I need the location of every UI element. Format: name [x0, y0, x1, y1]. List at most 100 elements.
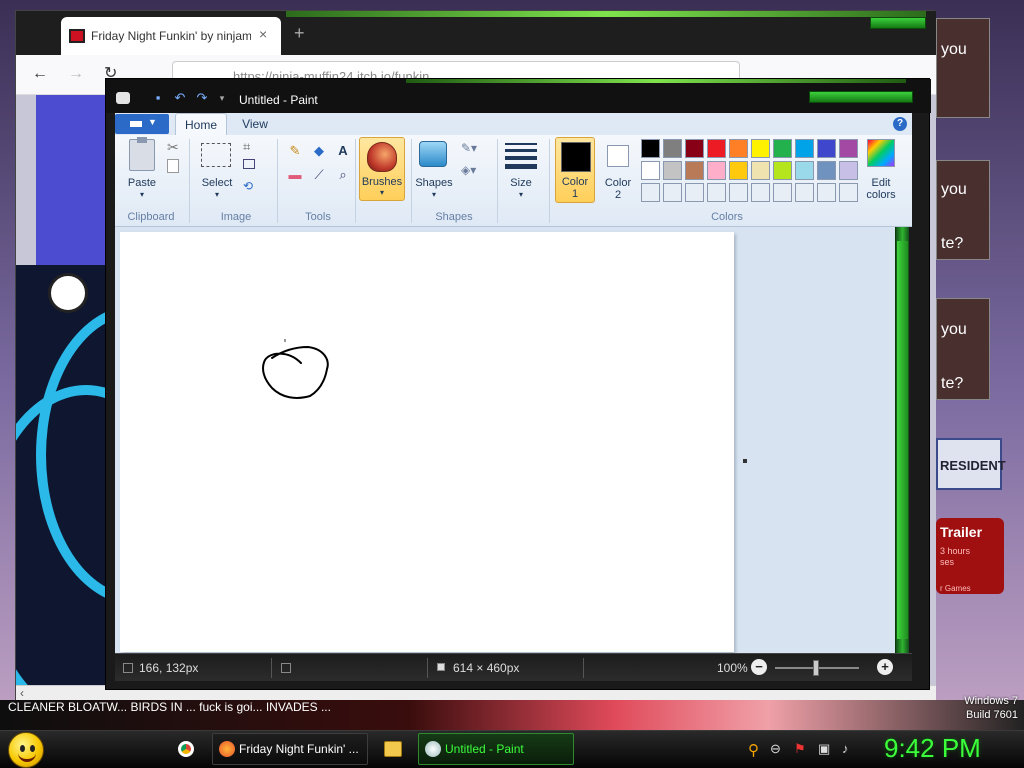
- palette-swatch[interactable]: [773, 139, 792, 158]
- canvas-resize-handle[interactable]: [743, 459, 747, 463]
- zoom-slider-thumb[interactable]: [813, 660, 819, 676]
- select-button-label[interactable]: Select: [197, 177, 237, 189]
- color-picker-icon[interactable]: ⟋: [309, 165, 329, 185]
- palette-swatch[interactable]: [839, 139, 858, 158]
- action-center-flag-icon[interactable]: ⚑: [794, 741, 806, 757]
- scroll-left-icon[interactable]: ‹: [20, 686, 24, 700]
- back-button[interactable]: ←: [32, 65, 48, 83]
- palette-swatch[interactable]: [839, 161, 858, 180]
- palette-swatch[interactable]: [685, 183, 704, 202]
- tab-home[interactable]: Home: [175, 113, 227, 135]
- brushes-button[interactable]: Brushes ▾: [359, 137, 405, 201]
- palette-swatch[interactable]: [817, 161, 836, 180]
- palette-swatch[interactable]: [729, 139, 748, 158]
- color2-label[interactable]: Color 2: [599, 177, 637, 201]
- paste-dropdown-icon[interactable]: ▾: [135, 190, 149, 199]
- tab-view[interactable]: View: [235, 113, 275, 135]
- start-button-smiley-icon[interactable]: [8, 732, 44, 768]
- shapes-dropdown-icon[interactable]: ▾: [427, 190, 441, 199]
- palette-swatch[interactable]: [729, 183, 748, 202]
- paint-window-controls[interactable]: [809, 91, 913, 103]
- palette-swatch[interactable]: [685, 139, 704, 158]
- redo-icon[interactable]: ↷: [194, 91, 210, 105]
- save-icon[interactable]: ▪: [150, 91, 166, 105]
- paint-app-icon[interactable]: [116, 92, 130, 104]
- palette-swatch[interactable]: [641, 183, 660, 202]
- undo-icon[interactable]: ↶: [172, 91, 188, 105]
- palette-swatch[interactable]: [795, 161, 814, 180]
- copy-icon[interactable]: [167, 159, 179, 173]
- palette-swatch[interactable]: [751, 183, 770, 202]
- shapes-icon[interactable]: [419, 141, 447, 167]
- palette-swatch[interactable]: [663, 161, 682, 180]
- minus-circle-icon[interactable]: ⊖: [770, 741, 781, 757]
- size-dropdown-icon[interactable]: ▾: [514, 190, 528, 199]
- paste-icon[interactable]: [129, 137, 155, 171]
- select-dropdown-icon[interactable]: ▾: [210, 190, 224, 199]
- new-tab-button[interactable]: +: [294, 23, 305, 44]
- color1-button[interactable]: Color 1: [555, 137, 595, 203]
- trailer-ad[interactable]: Trailer 3 hours ses r Games: [936, 518, 1004, 594]
- select-icon[interactable]: [201, 143, 231, 167]
- president-ad[interactable]: RESIDENT: [936, 438, 1006, 490]
- canvas-vertical-scrollbar[interactable]: [895, 227, 909, 653]
- paint-title-bar[interactable]: ▪ ↶ ↷ ▾ Untitled - Paint: [106, 79, 931, 113]
- palette-swatch[interactable]: [707, 161, 726, 180]
- palette-swatch[interactable]: [641, 139, 660, 158]
- eraser-icon[interactable]: ▬: [285, 165, 305, 185]
- palette-swatch[interactable]: [773, 183, 792, 202]
- help-icon[interactable]: ?: [893, 117, 907, 131]
- palette-swatch[interactable]: [729, 161, 748, 180]
- search-icon[interactable]: ⚲: [748, 741, 759, 759]
- palette-swatch[interactable]: [707, 139, 726, 158]
- side-ad-2[interactable]: you te?: [936, 160, 990, 260]
- volume-icon[interactable]: ♪: [842, 741, 849, 756]
- paste-button-label[interactable]: Paste: [121, 177, 163, 189]
- quick-access-dropdown-icon[interactable]: ▾: [214, 91, 230, 105]
- zoom-out-button[interactable]: −: [751, 659, 767, 675]
- size-icon[interactable]: [505, 143, 537, 173]
- text-icon[interactable]: A: [333, 141, 353, 161]
- palette-swatch[interactable]: [773, 161, 792, 180]
- forward-button[interactable]: →: [68, 65, 84, 83]
- shapes-button-label[interactable]: Shapes: [415, 177, 453, 189]
- palette-swatch[interactable]: [817, 183, 836, 202]
- chrome-icon[interactable]: [178, 741, 194, 757]
- edit-colors-label[interactable]: Edit colors: [859, 177, 903, 201]
- drawing-canvas[interactable]: [120, 232, 734, 652]
- palette-swatch[interactable]: [685, 161, 704, 180]
- side-ad-1[interactable]: you: [936, 18, 990, 118]
- fill-icon[interactable]: ◆: [309, 141, 329, 161]
- side-ad-3[interactable]: you te?: [936, 298, 990, 400]
- palette-swatch[interactable]: [817, 139, 836, 158]
- palette-swatch[interactable]: [707, 183, 726, 202]
- palette-swatch[interactable]: [839, 183, 858, 202]
- color2-swatch[interactable]: [607, 145, 629, 167]
- edit-colors-icon[interactable]: [867, 139, 895, 167]
- fill-shape-icon[interactable]: ◈▾: [461, 163, 476, 177]
- network-icon[interactable]: ▣: [818, 741, 830, 757]
- magnifier-icon[interactable]: ⌕: [333, 165, 353, 185]
- taskbar-item-paint[interactable]: Untitled - Paint: [418, 733, 574, 765]
- palette-swatch[interactable]: [751, 139, 770, 158]
- resize-icon[interactable]: [243, 159, 255, 169]
- taskbar-item-firefox[interactable]: Friday Night Funkin' ...: [212, 733, 368, 765]
- palette-swatch[interactable]: [795, 139, 814, 158]
- creator-avatar[interactable]: [48, 273, 88, 313]
- palette-swatch[interactable]: [663, 139, 682, 158]
- scrollbar-thumb[interactable]: [897, 241, 908, 639]
- browser-tab[interactable]: Friday Night Funkin' by ninjam ×: [61, 17, 281, 55]
- zoom-in-button[interactable]: +: [877, 659, 893, 675]
- folder-icon[interactable]: [384, 741, 402, 757]
- crop-icon[interactable]: ⌗: [243, 139, 250, 155]
- paint-menu-button[interactable]: ▼: [115, 114, 169, 134]
- palette-swatch[interactable]: [641, 161, 660, 180]
- clock[interactable]: 9:42 PM: [884, 733, 981, 764]
- palette-swatch[interactable]: [751, 161, 770, 180]
- browser-window-controls[interactable]: [870, 17, 926, 29]
- outline-icon[interactable]: ✎▾: [461, 141, 477, 155]
- rotate-icon[interactable]: ⟲: [243, 179, 253, 193]
- tab-close-icon[interactable]: ×: [259, 26, 267, 42]
- palette-swatch[interactable]: [795, 183, 814, 202]
- palette-swatch[interactable]: [663, 183, 682, 202]
